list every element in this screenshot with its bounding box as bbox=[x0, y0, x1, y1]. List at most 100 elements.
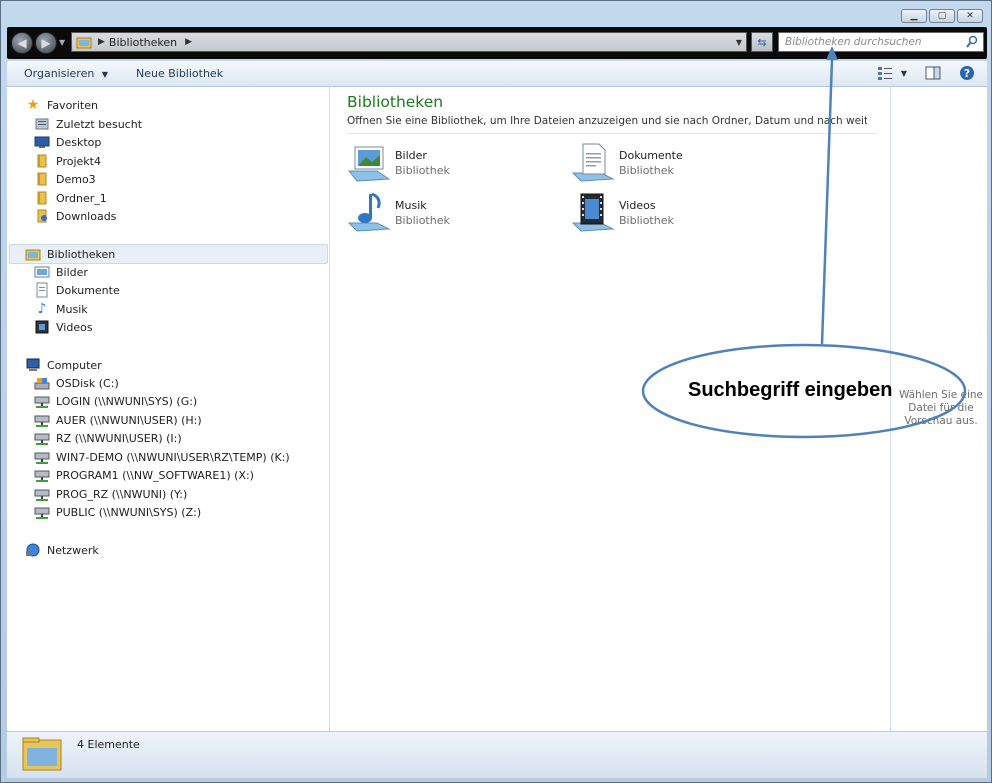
organize-button[interactable]: Organisieren ▼ bbox=[12, 67, 120, 80]
nav-computer-label: Computer bbox=[47, 358, 102, 372]
close-button[interactable]: ✕ bbox=[957, 9, 983, 23]
documents-library-icon bbox=[571, 143, 615, 182]
command-bar: Organisieren ▼ Neue Bibliothek ▼ ? bbox=[7, 61, 987, 87]
address-bar: ◀ ▶ ▼ ▶ Bibliotheken ▶ ▼ ⇆ Bibliotheken … bbox=[7, 27, 987, 59]
nav-item-musik[interactable]: ♪ Musik bbox=[34, 301, 88, 317]
nav-network-label: Netzwerk bbox=[47, 543, 99, 557]
nav-item-drive-h[interactable]: AUER (\\NWUNI\USER) (H:) bbox=[34, 412, 202, 428]
local-disk-icon bbox=[34, 375, 50, 391]
nav-item-demo3[interactable]: Demo3 bbox=[34, 171, 96, 187]
maximize-button[interactable]: ▢ bbox=[929, 9, 955, 23]
nav-item-label: AUER (\\NWUNI\USER) (H:) bbox=[56, 413, 202, 427]
refresh-button[interactable]: ⇆ bbox=[751, 32, 773, 52]
history-dropdown-icon[interactable]: ▼ bbox=[59, 38, 65, 47]
nav-libraries[interactable]: Bibliotheken bbox=[25, 246, 115, 262]
organize-label: Organisieren bbox=[24, 67, 95, 80]
library-folder-icon bbox=[76, 37, 92, 49]
preview-pane-icon[interactable] bbox=[925, 66, 941, 80]
nav-computer[interactable]: Computer bbox=[25, 357, 102, 373]
nav-item-recent[interactable]: Zuletzt besucht bbox=[34, 116, 142, 132]
preview-message: Wählen Sie eine Datei für die Vorschau a… bbox=[898, 389, 984, 427]
nav-item-label: RZ (\\NWUNI\USER) (I:) bbox=[56, 431, 182, 445]
address-field[interactable]: ▶ Bibliotheken ▶ ▼ bbox=[71, 32, 747, 52]
address-dropdown-icon[interactable]: ▼ bbox=[736, 38, 742, 47]
nav-item-ordner1[interactable]: Ordner_1 bbox=[34, 190, 107, 206]
folder-icon bbox=[34, 190, 50, 206]
nav-item-drive-k[interactable]: WIN7-DEMO (\\NWUNI\USER\RZ\TEMP) (K:) bbox=[34, 449, 290, 465]
nav-item-label: Ordner_1 bbox=[56, 191, 107, 205]
nav-item-drive-g[interactable]: LOGIN (\\NWUNI\SYS) (G:) bbox=[34, 393, 197, 409]
svg-text:?: ? bbox=[964, 67, 970, 80]
folder-icon bbox=[34, 171, 50, 187]
nav-item-drive-c[interactable]: OSDisk (C:) bbox=[34, 375, 119, 391]
nav-item-label: OSDisk (C:) bbox=[56, 376, 119, 390]
minimize-icon: ▁ bbox=[910, 11, 918, 21]
network-drive-icon bbox=[34, 449, 50, 465]
nav-item-label: PROGRAM1 (\\NW_SOFTWARE1) (X:) bbox=[56, 468, 254, 482]
nav-item-downloads[interactable]: Downloads bbox=[34, 208, 116, 224]
back-arrow-icon: ◀ bbox=[17, 36, 27, 50]
videos-icon bbox=[34, 319, 50, 335]
window-controls: ▁ ▢ ✕ bbox=[901, 9, 983, 23]
nav-item-label: Downloads bbox=[56, 209, 117, 223]
pictures-icon bbox=[34, 264, 50, 280]
nav-item-label: WIN7-DEMO (\\NWUNI\USER\RZ\TEMP) (K:) bbox=[56, 450, 290, 464]
preview-pane: Wählen Sie eine Datei für die Vorschau a… bbox=[890, 87, 987, 731]
nav-item-label: PROG_RZ (\\NWUNI) (Y:) bbox=[56, 487, 188, 501]
nav-item-label: PUBLIC (\\NWUNI\SYS) (Z:) bbox=[56, 505, 202, 519]
downloads-folder-icon bbox=[34, 208, 50, 224]
library-item-dokumente[interactable]: Dokumente Bibliothek bbox=[571, 141, 683, 185]
library-view: Bibliotheken Öffnen Sie eine Bibliothek,… bbox=[331, 87, 889, 731]
library-item-videos[interactable]: Videos Bibliothek bbox=[571, 191, 674, 235]
nav-favorites-label: Favoriten bbox=[47, 98, 98, 112]
nav-item-label: Desktop bbox=[56, 135, 102, 149]
nav-item-drive-y[interactable]: PROG_RZ (\\NWUNI) (Y:) bbox=[34, 486, 187, 502]
library-item-musik[interactable]: Musik Bibliothek bbox=[347, 191, 450, 235]
nav-item-dokumente[interactable]: Dokumente bbox=[34, 282, 120, 298]
breadcrumb-bibliotheken[interactable]: Bibliotheken bbox=[109, 36, 177, 49]
library-type: Bibliothek bbox=[395, 164, 450, 177]
help-icon[interactable]: ? bbox=[959, 65, 975, 81]
library-name: Musik bbox=[395, 199, 427, 212]
nav-network[interactable]: Netzwerk bbox=[25, 542, 99, 558]
breadcrumb-chevron-icon[interactable]: ▶ bbox=[185, 37, 192, 47]
recent-places-icon bbox=[34, 116, 50, 132]
minimize-button[interactable]: ▁ bbox=[901, 9, 927, 23]
network-icon bbox=[25, 542, 41, 558]
nav-item-label: Dokumente bbox=[56, 283, 120, 297]
back-button[interactable]: ◀ bbox=[11, 32, 33, 54]
forward-arrow-icon: ▶ bbox=[41, 36, 51, 50]
network-drive-icon bbox=[34, 486, 50, 502]
library-type: Bibliothek bbox=[395, 214, 450, 227]
nav-item-drive-i[interactable]: RZ (\\NWUNI\USER) (I:) bbox=[34, 430, 182, 446]
nav-item-videos[interactable]: Videos bbox=[34, 319, 93, 335]
maximize-icon: ▢ bbox=[937, 11, 947, 21]
nav-item-projekt4[interactable]: Projekt4 bbox=[34, 153, 101, 169]
nav-item-drive-z[interactable]: PUBLIC (\\NWUNI\SYS) (Z:) bbox=[34, 504, 201, 520]
nav-libraries-label: Bibliotheken bbox=[47, 247, 116, 261]
view-details-icon bbox=[877, 67, 892, 80]
search-placeholder: Bibliotheken durchsuchen bbox=[785, 36, 922, 48]
forward-button[interactable]: ▶ bbox=[35, 32, 57, 54]
nav-item-label: Projekt4 bbox=[56, 154, 101, 168]
music-icon: ♪ bbox=[37, 301, 47, 317]
search-icon[interactable] bbox=[965, 35, 979, 49]
page-title: Bibliotheken bbox=[347, 93, 444, 111]
nav-item-label: Bilder bbox=[56, 265, 88, 279]
item-count: 4 Elemente bbox=[77, 738, 140, 751]
nav-favorites[interactable]: ★ Favoriten bbox=[25, 97, 98, 113]
star-icon: ★ bbox=[26, 97, 40, 113]
nav-item-desktop[interactable]: Desktop bbox=[34, 134, 101, 150]
library-item-bilder[interactable]: Bilder Bibliothek bbox=[347, 141, 450, 185]
breadcrumb-separator-icon: ▶ bbox=[98, 37, 105, 47]
view-options-button[interactable]: ▼ bbox=[877, 66, 907, 80]
nav-item-bilder[interactable]: Bilder bbox=[34, 264, 88, 280]
computer-icon bbox=[25, 357, 41, 373]
page-subtitle: Öffnen Sie eine Bibliothek, um Ihre Date… bbox=[347, 115, 867, 127]
new-library-button[interactable]: Neue Bibliothek bbox=[124, 67, 235, 80]
refresh-icon: ⇆ bbox=[757, 35, 767, 49]
library-name: Videos bbox=[619, 199, 656, 212]
nav-item-drive-x[interactable]: PROGRAM1 (\\NW_SOFTWARE1) (X:) bbox=[34, 467, 254, 483]
view-dropdown-icon: ▼ bbox=[900, 68, 907, 78]
search-input[interactable]: Bibliotheken durchsuchen bbox=[778, 32, 984, 52]
